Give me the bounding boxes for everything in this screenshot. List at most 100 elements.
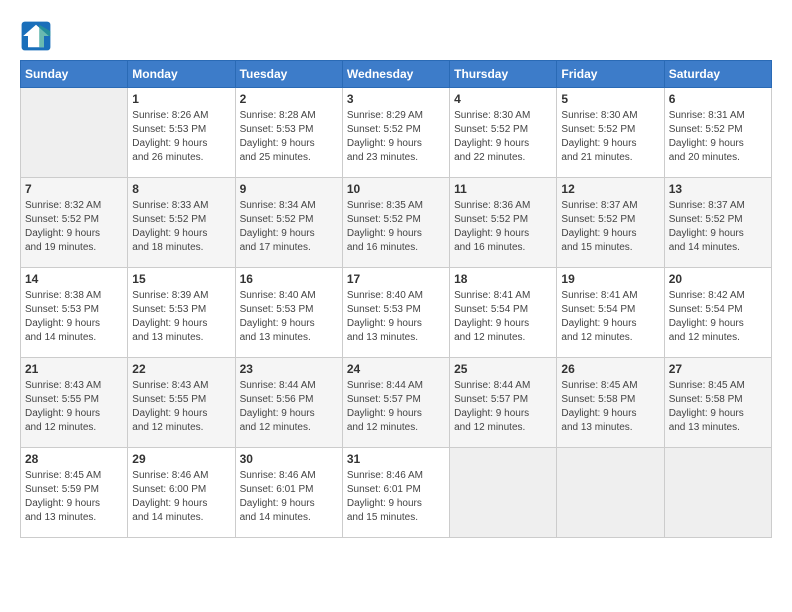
calendar-cell: 19 Sunrise: 8:41 AM Sunset: 5:54 PM Dayli…	[557, 268, 664, 358]
day-info: Sunrise: 8:45 AM Sunset: 5:59 PM Dayligh…	[25, 469, 123, 525]
column-header-tuesday: Tuesday	[235, 61, 342, 88]
column-header-monday: Monday	[128, 61, 235, 88]
day-number: 28	[25, 452, 123, 466]
column-header-sunday: Sunday	[21, 61, 128, 88]
calendar-cell	[557, 448, 664, 538]
calendar-cell: 27 Sunrise: 8:45 AM Sunset: 5:58 PM Dayli…	[664, 358, 771, 448]
calendar-cell: 24 Sunrise: 8:44 AM Sunset: 5:57 PM Dayli…	[342, 358, 449, 448]
week-row-2: 7 Sunrise: 8:32 AM Sunset: 5:52 PM Daylig…	[21, 178, 772, 268]
day-info: Sunrise: 8:30 AM Sunset: 5:52 PM Dayligh…	[454, 109, 552, 165]
calendar-cell: 21 Sunrise: 8:43 AM Sunset: 5:55 PM Dayli…	[21, 358, 128, 448]
day-info: Sunrise: 8:40 AM Sunset: 5:53 PM Dayligh…	[347, 289, 445, 345]
calendar-cell: 4 Sunrise: 8:30 AM Sunset: 5:52 PM Daylig…	[450, 88, 557, 178]
day-number: 20	[669, 272, 767, 286]
day-number: 24	[347, 362, 445, 376]
day-info: Sunrise: 8:44 AM Sunset: 5:56 PM Dayligh…	[240, 379, 338, 435]
day-info: Sunrise: 8:26 AM Sunset: 5:53 PM Dayligh…	[132, 109, 230, 165]
calendar-cell: 14 Sunrise: 8:38 AM Sunset: 5:53 PM Dayli…	[21, 268, 128, 358]
calendar-cell: 23 Sunrise: 8:44 AM Sunset: 5:56 PM Dayli…	[235, 358, 342, 448]
calendar-cell: 3Sunrise: 8:29 AM Sunset: 5:52 PM Daylig…	[342, 88, 449, 178]
day-info: Sunrise: 8:28 AM Sunset: 5:53 PM Dayligh…	[240, 109, 338, 165]
calendar-cell: 13 Sunrise: 8:37 AM Sunset: 5:52 PM Dayli…	[664, 178, 771, 268]
day-number: 11	[454, 182, 552, 196]
calendar-cell	[664, 448, 771, 538]
day-number: 14	[25, 272, 123, 286]
day-info: Sunrise: 8:31 AM Sunset: 5:52 PM Dayligh…	[669, 109, 767, 165]
calendar-cell: 22 Sunrise: 8:43 AM Sunset: 5:55 PM Dayli…	[128, 358, 235, 448]
day-number: 19	[561, 272, 659, 286]
day-info: Sunrise: 8:46 AM Sunset: 6:01 PM Dayligh…	[240, 469, 338, 525]
day-info: Sunrise: 8:41 AM Sunset: 5:54 PM Dayligh…	[454, 289, 552, 345]
day-info: Sunrise: 8:43 AM Sunset: 5:55 PM Dayligh…	[132, 379, 230, 435]
week-row-5: 28 Sunrise: 8:45 AM Sunset: 5:59 PM Dayli…	[21, 448, 772, 538]
logo	[20, 20, 56, 52]
week-row-4: 21 Sunrise: 8:43 AM Sunset: 5:55 PM Dayli…	[21, 358, 772, 448]
day-info: Sunrise: 8:41 AM Sunset: 5:54 PM Dayligh…	[561, 289, 659, 345]
calendar-cell	[450, 448, 557, 538]
day-info: Sunrise: 8:37 AM Sunset: 5:52 PM Dayligh…	[669, 199, 767, 255]
day-info: Sunrise: 8:44 AM Sunset: 5:57 PM Dayligh…	[347, 379, 445, 435]
day-number: 27	[669, 362, 767, 376]
day-number: 16	[240, 272, 338, 286]
day-info: Sunrise: 8:35 AM Sunset: 5:52 PM Dayligh…	[347, 199, 445, 255]
day-number: 3	[347, 92, 445, 106]
day-number: 26	[561, 362, 659, 376]
day-info: Sunrise: 8:44 AM Sunset: 5:57 PM Dayligh…	[454, 379, 552, 435]
calendar-cell: 7 Sunrise: 8:32 AM Sunset: 5:52 PM Daylig…	[21, 178, 128, 268]
day-number: 23	[240, 362, 338, 376]
calendar-body: 1 Sunrise: 8:26 AM Sunset: 5:53 PM Daylig…	[21, 88, 772, 538]
calendar-header-row: SundayMondayTuesdayWednesdayThursdayFrid…	[21, 61, 772, 88]
day-info: Sunrise: 8:38 AM Sunset: 5:53 PM Dayligh…	[25, 289, 123, 345]
calendar-cell: 29 Sunrise: 8:46 AM Sunset: 6:00 PM Dayli…	[128, 448, 235, 538]
day-number: 4	[454, 92, 552, 106]
day-number: 22	[132, 362, 230, 376]
day-number: 29	[132, 452, 230, 466]
week-row-1: 1 Sunrise: 8:26 AM Sunset: 5:53 PM Daylig…	[21, 88, 772, 178]
calendar-table: SundayMondayTuesdayWednesdayThursdayFrid…	[20, 60, 772, 538]
day-number: 13	[669, 182, 767, 196]
calendar-cell: 2Sunrise: 8:28 AM Sunset: 5:53 PM Daylig…	[235, 88, 342, 178]
calendar-cell: 5 Sunrise: 8:30 AM Sunset: 5:52 PM Daylig…	[557, 88, 664, 178]
calendar-cell: 26Sunrise: 8:45 AM Sunset: 5:58 PM Dayli…	[557, 358, 664, 448]
day-info: Sunrise: 8:46 AM Sunset: 6:01 PM Dayligh…	[347, 469, 445, 525]
column-header-friday: Friday	[557, 61, 664, 88]
day-info: Sunrise: 8:36 AM Sunset: 5:52 PM Dayligh…	[454, 199, 552, 255]
calendar-cell: 30Sunrise: 8:46 AM Sunset: 6:01 PM Dayli…	[235, 448, 342, 538]
calendar-cell: 25 Sunrise: 8:44 AM Sunset: 5:57 PM Dayli…	[450, 358, 557, 448]
page-header	[20, 20, 772, 52]
column-header-wednesday: Wednesday	[342, 61, 449, 88]
logo-icon	[20, 20, 52, 52]
calendar-cell: 11 Sunrise: 8:36 AM Sunset: 5:52 PM Dayli…	[450, 178, 557, 268]
day-number: 31	[347, 452, 445, 466]
week-row-3: 14 Sunrise: 8:38 AM Sunset: 5:53 PM Dayli…	[21, 268, 772, 358]
calendar-cell: 20Sunrise: 8:42 AM Sunset: 5:54 PM Dayli…	[664, 268, 771, 358]
day-info: Sunrise: 8:30 AM Sunset: 5:52 PM Dayligh…	[561, 109, 659, 165]
day-info: Sunrise: 8:43 AM Sunset: 5:55 PM Dayligh…	[25, 379, 123, 435]
calendar-cell: 28 Sunrise: 8:45 AM Sunset: 5:59 PM Dayli…	[21, 448, 128, 538]
day-number: 8	[132, 182, 230, 196]
day-info: Sunrise: 8:39 AM Sunset: 5:53 PM Dayligh…	[132, 289, 230, 345]
day-info: Sunrise: 8:45 AM Sunset: 5:58 PM Dayligh…	[669, 379, 767, 435]
calendar-cell: 9Sunrise: 8:34 AM Sunset: 5:52 PM Daylig…	[235, 178, 342, 268]
day-number: 7	[25, 182, 123, 196]
day-number: 15	[132, 272, 230, 286]
day-number: 12	[561, 182, 659, 196]
day-number: 18	[454, 272, 552, 286]
day-number: 17	[347, 272, 445, 286]
calendar-cell: 17 Sunrise: 8:40 AM Sunset: 5:53 PM Dayli…	[342, 268, 449, 358]
calendar-cell: 8Sunrise: 8:33 AM Sunset: 5:52 PM Daylig…	[128, 178, 235, 268]
column-header-thursday: Thursday	[450, 61, 557, 88]
day-info: Sunrise: 8:37 AM Sunset: 5:52 PM Dayligh…	[561, 199, 659, 255]
day-number: 1	[132, 92, 230, 106]
calendar-cell	[21, 88, 128, 178]
day-info: Sunrise: 8:32 AM Sunset: 5:52 PM Dayligh…	[25, 199, 123, 255]
calendar-cell: 18 Sunrise: 8:41 AM Sunset: 5:54 PM Dayli…	[450, 268, 557, 358]
day-number: 5	[561, 92, 659, 106]
calendar-cell: 12 Sunrise: 8:37 AM Sunset: 5:52 PM Dayli…	[557, 178, 664, 268]
day-number: 25	[454, 362, 552, 376]
day-number: 9	[240, 182, 338, 196]
calendar-cell: 31 Sunrise: 8:46 AM Sunset: 6:01 PM Dayli…	[342, 448, 449, 538]
day-number: 6	[669, 92, 767, 106]
day-number: 21	[25, 362, 123, 376]
day-info: Sunrise: 8:46 AM Sunset: 6:00 PM Dayligh…	[132, 469, 230, 525]
